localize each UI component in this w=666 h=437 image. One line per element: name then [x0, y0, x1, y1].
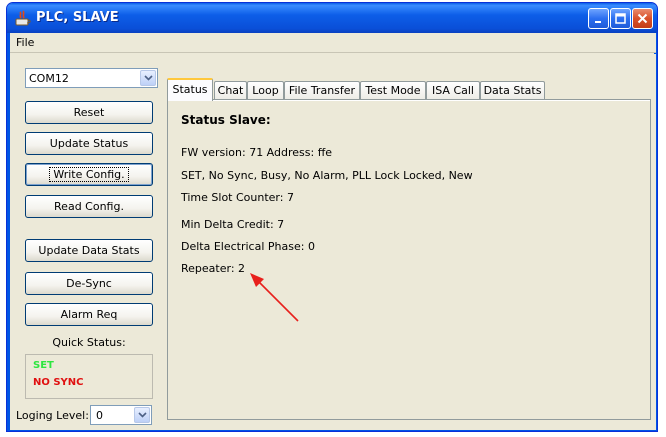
quick-status-label: Quick Status: — [52, 336, 126, 349]
quick-status-sync: NO SYNC — [33, 377, 84, 388]
reset-button[interactable]: Reset — [25, 101, 153, 124]
tab-isa-call[interactable]: ISA Call — [426, 81, 480, 100]
title-bar[interactable]: PLC, SLAVE — [7, 3, 657, 33]
minimize-icon — [594, 20, 601, 23]
close-button[interactable] — [632, 8, 653, 29]
chevron-down-icon[interactable] — [140, 70, 156, 86]
menu-file[interactable]: File — [16, 36, 34, 49]
read-config-button[interactable]: Read Config. — [25, 195, 153, 218]
quick-status-set: SET — [33, 360, 54, 371]
tab-chat[interactable]: Chat — [214, 81, 247, 100]
logging-level-label: Loging Level: — [16, 409, 89, 422]
client-area: COM12 Reset Update Status Write Config. … — [10, 54, 656, 430]
logging-level-value: 0 — [96, 409, 103, 422]
logging-level-select[interactable]: 0 — [90, 405, 152, 425]
update-data-stats-button[interactable]: Update Data Stats — [25, 239, 153, 262]
tab-test-mode[interactable]: Test Mode — [360, 81, 426, 100]
update-status-button[interactable]: Update Status — [25, 132, 153, 155]
tab-file-transfer[interactable]: File Transfer — [284, 81, 360, 100]
tab-loop[interactable]: Loop — [247, 81, 284, 100]
annotation-arrow — [250, 273, 299, 322]
window-title: PLC, SLAVE — [36, 10, 119, 25]
tab-data-stats[interactable]: Data Stats — [480, 81, 545, 100]
chevron-down-icon[interactable] — [134, 407, 150, 423]
quick-status-box: SET NO SYNC — [25, 354, 153, 399]
write-config-button[interactable]: Write Config. — [25, 163, 153, 186]
java-icon — [15, 10, 31, 26]
close-icon — [637, 13, 648, 24]
maximize-icon — [615, 13, 626, 24]
maximize-button[interactable] — [610, 8, 631, 29]
alarm-req-button[interactable]: Alarm Req — [25, 303, 153, 326]
de-sync-button[interactable]: De-Sync — [25, 272, 153, 295]
status-panel: Status Slave: FW version: 71 Address: ff… — [167, 99, 651, 420]
tab-status[interactable]: Status — [167, 78, 213, 101]
port-value: COM12 — [29, 72, 69, 85]
port-select[interactable]: COM12 — [25, 68, 158, 88]
menu-bar: File — [10, 33, 656, 53]
app-window: PLC, SLAVE File COM12 Reset Update Statu… — [6, 2, 658, 432]
minimize-button[interactable] — [588, 8, 609, 29]
